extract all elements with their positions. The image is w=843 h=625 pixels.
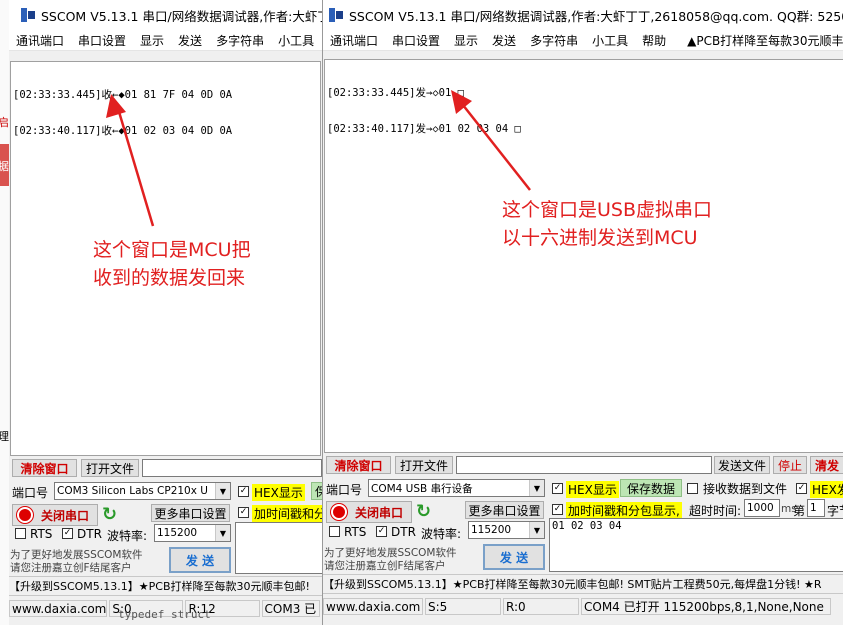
right-annotation-line-2: 以十六进制发送到MCU <box>502 227 698 249</box>
right-annotation-line-1: 这个窗口是USB虚拟串口 <box>502 199 713 221</box>
right-annotation-arrow <box>451 90 531 191</box>
left-annotation-line-1: 这个窗口是MCU把 <box>93 239 251 261</box>
left-annotation-arrow <box>106 94 155 227</box>
left-annotation-text: 这个窗口是MCU把 收到的数据发回来 <box>93 236 251 292</box>
left-annotation-line-2: 收到的数据发回来 <box>93 267 246 289</box>
right-annotation-text: 这个窗口是USB虚拟串口 以十六进制发送到MCU <box>502 196 712 252</box>
annotation-arrows <box>106 90 531 227</box>
